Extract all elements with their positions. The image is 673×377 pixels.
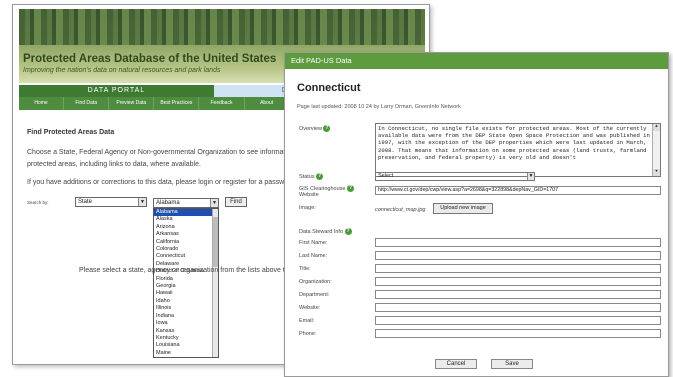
state-option[interactable]: Connecticut bbox=[154, 253, 218, 260]
scroll-down-icon[interactable]: ▼ bbox=[653, 169, 660, 176]
search-by-label: Search by: bbox=[27, 200, 49, 205]
find-description: Choose a State, Federal Agency or Non-go… bbox=[27, 149, 305, 168]
website-input[interactable] bbox=[375, 303, 661, 312]
state-option[interactable]: Alabama bbox=[154, 209, 218, 217]
gis-website-label: Website bbox=[299, 192, 319, 198]
state-option[interactable]: Illinois bbox=[154, 305, 218, 312]
data-steward-label: Data Steward Info ? bbox=[299, 228, 352, 235]
email-input[interactable] bbox=[375, 316, 661, 325]
corrections-note: If you have additions or corrections to … bbox=[27, 179, 297, 186]
data-steward-label-text: Data Steward Info bbox=[299, 228, 344, 235]
state-select[interactable]: Alabama ▼ bbox=[153, 198, 219, 208]
nav-preview-data[interactable]: Preview Data bbox=[109, 97, 155, 110]
email-label: Email: bbox=[299, 318, 315, 324]
gis-website-input[interactable]: http://www.ct.gov/dep/cwp/view.asp?a=269… bbox=[375, 186, 661, 195]
first-name-label: First Name: bbox=[299, 240, 328, 246]
dropdown-scrollbar[interactable] bbox=[212, 209, 218, 357]
department-input[interactable] bbox=[375, 290, 661, 299]
website-label: Website: bbox=[299, 305, 321, 311]
banner-forest-image bbox=[19, 9, 425, 49]
search-by-value: State bbox=[78, 199, 93, 205]
last-name-input[interactable] bbox=[375, 251, 661, 260]
nav-about[interactable]: About bbox=[245, 97, 290, 110]
state-option[interactable]: Idaho bbox=[154, 298, 218, 305]
status-label: Status ? bbox=[299, 173, 324, 180]
overview-textarea[interactable]: In Connecticut, no single file exists fo… bbox=[375, 123, 661, 177]
status-select[interactable]: Select ▼ bbox=[375, 172, 535, 181]
overview-text: In Connecticut, no single file exists fo… bbox=[378, 125, 650, 161]
overview-label: Overview ? bbox=[299, 125, 331, 132]
title-label: Title: bbox=[299, 266, 311, 272]
find-button[interactable]: Find bbox=[225, 197, 247, 207]
state-option[interactable]: Maine bbox=[154, 350, 218, 357]
department-label: Department: bbox=[299, 292, 330, 298]
gis-clearinghouse-label: GIS Clearinghouse ? bbox=[299, 185, 355, 192]
help-icon[interactable]: ? bbox=[347, 185, 355, 192]
nav-find-data[interactable]: Find Data bbox=[64, 97, 110, 110]
first-name-input[interactable] bbox=[375, 238, 661, 247]
organization-label: Organization: bbox=[299, 279, 332, 285]
nav-home[interactable]: Home bbox=[19, 97, 65, 110]
dropdown-scroll-thumb[interactable] bbox=[213, 217, 218, 267]
state-option[interactable]: Kansas bbox=[154, 328, 218, 335]
tab-data-portal[interactable]: DATA PORTAL bbox=[19, 85, 214, 97]
edit-dialog: Edit PAD-US Data Connecticut Page last u… bbox=[284, 52, 669, 377]
site-title: Protected Areas Database of the United S… bbox=[23, 53, 277, 65]
status-label-text: Status bbox=[299, 173, 315, 180]
nav-best-practices[interactable]: Best Practices bbox=[154, 97, 200, 110]
site-subtitle: Improving the nation's data on natural r… bbox=[23, 67, 221, 74]
save-button[interactable]: Save bbox=[491, 359, 533, 369]
help-icon[interactable]: ? bbox=[344, 228, 352, 235]
chevron-down-icon[interactable]: ▼ bbox=[527, 173, 534, 180]
state-dropdown-list[interactable]: Alabama Alaska Arizona Arkansas Californ… bbox=[153, 208, 219, 358]
last-name-label: Last Name: bbox=[299, 253, 328, 259]
state-select-value: Alabama bbox=[156, 200, 180, 206]
organization-input[interactable] bbox=[375, 277, 661, 286]
title-input[interactable] bbox=[375, 264, 661, 273]
chevron-down-icon[interactable]: ▼ bbox=[210, 199, 218, 207]
state-option[interactable]: Alaska bbox=[154, 216, 218, 223]
find-heading: Find Protected Areas Data bbox=[27, 129, 115, 136]
state-option[interactable]: Colorado bbox=[154, 246, 218, 253]
state-option[interactable]: Florida bbox=[154, 276, 218, 283]
chevron-down-icon[interactable]: ▼ bbox=[138, 198, 146, 206]
state-option[interactable]: Arkansas bbox=[154, 231, 218, 238]
dialog-title-bar: Edit PAD-US Data bbox=[285, 53, 668, 69]
nav-feedback[interactable]: Feedback bbox=[199, 97, 245, 110]
state-option[interactable]: Georgia bbox=[154, 283, 218, 290]
upload-image-button[interactable]: Upload new image bbox=[433, 203, 493, 214]
help-icon[interactable]: ? bbox=[323, 125, 331, 132]
search-by-select[interactable]: State ▼ bbox=[75, 197, 147, 207]
phone-label: Phone: bbox=[299, 331, 317, 337]
state-option[interactable]: Indiana bbox=[154, 313, 218, 320]
overview-scrollbar[interactable]: ▲ ▼ bbox=[652, 124, 660, 176]
scroll-up-icon[interactable]: ▲ bbox=[653, 124, 660, 131]
state-option[interactable]: Kentucky bbox=[154, 335, 218, 342]
state-option[interactable]: Arizona bbox=[154, 224, 218, 231]
last-updated-text: Page last updated: 2008 10 24 by Larry O… bbox=[297, 104, 461, 110]
image-filename: connecticut_map.jpg bbox=[375, 207, 426, 213]
status-select-value: Select bbox=[378, 173, 394, 179]
phone-input[interactable] bbox=[375, 329, 661, 338]
overview-label-text: Overview bbox=[299, 125, 322, 132]
state-option[interactable]: Louisiana bbox=[154, 342, 218, 349]
dialog-heading: Connecticut bbox=[297, 82, 361, 94]
state-option[interactable]: Iowa bbox=[154, 320, 218, 327]
image-label: Image: bbox=[299, 205, 316, 211]
state-option[interactable]: Hawaii bbox=[154, 290, 218, 297]
state-option[interactable]: California bbox=[154, 239, 218, 246]
help-icon[interactable]: ? bbox=[316, 173, 324, 180]
cancel-button[interactable]: Cancel bbox=[435, 359, 477, 369]
